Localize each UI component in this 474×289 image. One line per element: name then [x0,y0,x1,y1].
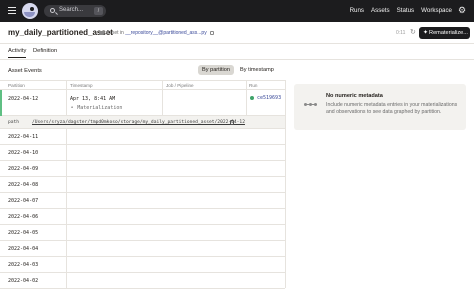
tab-bar: Activity Definition [0,44,474,60]
events-toolbar: Asset Events By partition By timestamp [0,60,285,80]
partition-label: 2022-04-07 [8,198,39,204]
partition-label: 2022-04-03 [8,262,39,268]
table-header: Partition Timestamp Job / Pipeline Run [0,80,285,90]
view-toggle: By partition By timestamp [198,65,278,75]
metadata-row: path /Users/sryza/dagster/tmpd0mkoso/sto… [0,116,285,129]
event-type-label: Materialization [77,105,123,111]
copy-icon[interactable] [210,30,215,35]
list-item[interactable]: 2022-04-11 [0,129,285,145]
partition-label: 2022-04-08 [8,182,39,188]
menu-icon[interactable] [8,7,16,15]
asset-header: my_daily_partitioned_asset Asset in __re… [0,22,474,44]
dagster-logo[interactable] [22,3,38,19]
graph-icon [304,101,318,107]
page-title: my_daily_partitioned_asset [8,28,113,37]
by-partition-button[interactable]: By partition [198,65,234,75]
copy-icon[interactable] [230,120,234,125]
nav-assets[interactable]: Assets [371,7,390,14]
status-dot [250,96,254,100]
selected-indicator [0,90,2,116]
empty-state-description: Include numeric metadata entries in your… [326,102,458,115]
asset-prefix: Asset in [106,30,124,36]
col-timestamp: Timestamp [70,83,93,88]
shortcut-key: / [94,7,103,15]
partition-label: 2022-04-09 [8,166,39,172]
list-item[interactable]: 2022-04-07 [0,193,285,209]
sparkle-icon: ✦ [423,30,429,36]
repo-info: Asset in __repository__@partitioned_ass.… [99,30,215,36]
table-row[interactable]: 2022-04-12 Apr 13, 8:41 AM ⚬ Materializa… [0,90,285,116]
search-box[interactable]: Search... / [44,5,106,17]
partition-label: 2022-04-04 [8,246,39,252]
metadata-path-link[interactable]: /Users/sryza/dagster/tmpd0mkoso/storage/… [32,120,245,125]
refresh-icon[interactable]: ↻ [410,28,416,36]
partition-label: 2022-04-10 [8,150,39,156]
list-item[interactable]: 2022-04-02 [0,273,285,289]
col-run: Run [249,83,258,88]
list-item[interactable]: 2022-04-03 [0,257,285,273]
tab-definition[interactable]: Definition [33,48,57,54]
event-type: ⚬ Materialization [70,105,123,111]
list-item[interactable]: 2022-04-06 [0,209,285,225]
list-item[interactable]: 2022-04-09 [0,161,285,177]
list-item[interactable]: 2022-04-04 [0,241,285,257]
partition-label: 2022-04-05 [8,230,39,236]
nav-workspace[interactable]: Workspace [421,7,452,14]
partition-label: 2022-04-02 [8,278,39,284]
partition-label: 2022-04-11 [8,134,39,140]
run-id-link[interactable]: ce519693 [257,95,281,101]
repo-link[interactable]: __repository__@partitioned_ass...py [125,30,207,36]
search-placeholder: Search... [59,7,84,13]
top-nav-bar: Search... / Runs Assets Status Workspace… [0,0,474,22]
tab-activity[interactable]: Activity [8,48,27,58]
nav-status[interactable]: Status [397,7,415,14]
rematerialize-label: Rematerialize... [429,30,468,36]
refresh-counter: 0:11 [396,30,406,36]
empty-state-title: No numeric metadata [326,93,383,99]
partition-cell: 2022-04-12 [8,96,39,102]
list-item[interactable]: 2022-04-10 [0,145,285,161]
gear-icon[interactable]: ⚙ [458,6,466,15]
section-heading: Asset Events [8,68,42,74]
nav-runs[interactable]: Runs [350,7,364,14]
asset-icon [99,30,104,35]
by-timestamp-button[interactable]: By timestamp [236,65,278,75]
list-item[interactable]: 2022-04-05 [0,225,285,241]
rematerialize-button[interactable]: ✦Rematerialize... [419,27,470,39]
partition-label: 2022-04-06 [8,214,39,220]
panel-divider [285,80,286,288]
numeric-metadata-empty-state: No numeric metadata Include numeric meta… [294,84,466,130]
metadata-key: path [8,120,20,125]
list-item[interactable]: 2022-04-08 [0,177,285,193]
search-icon [50,8,55,13]
col-job: Job / Pipeline [166,83,194,88]
timestamp-cell[interactable]: Apr 13, 8:41 AM [70,96,115,102]
col-partition: Partition [8,83,25,88]
